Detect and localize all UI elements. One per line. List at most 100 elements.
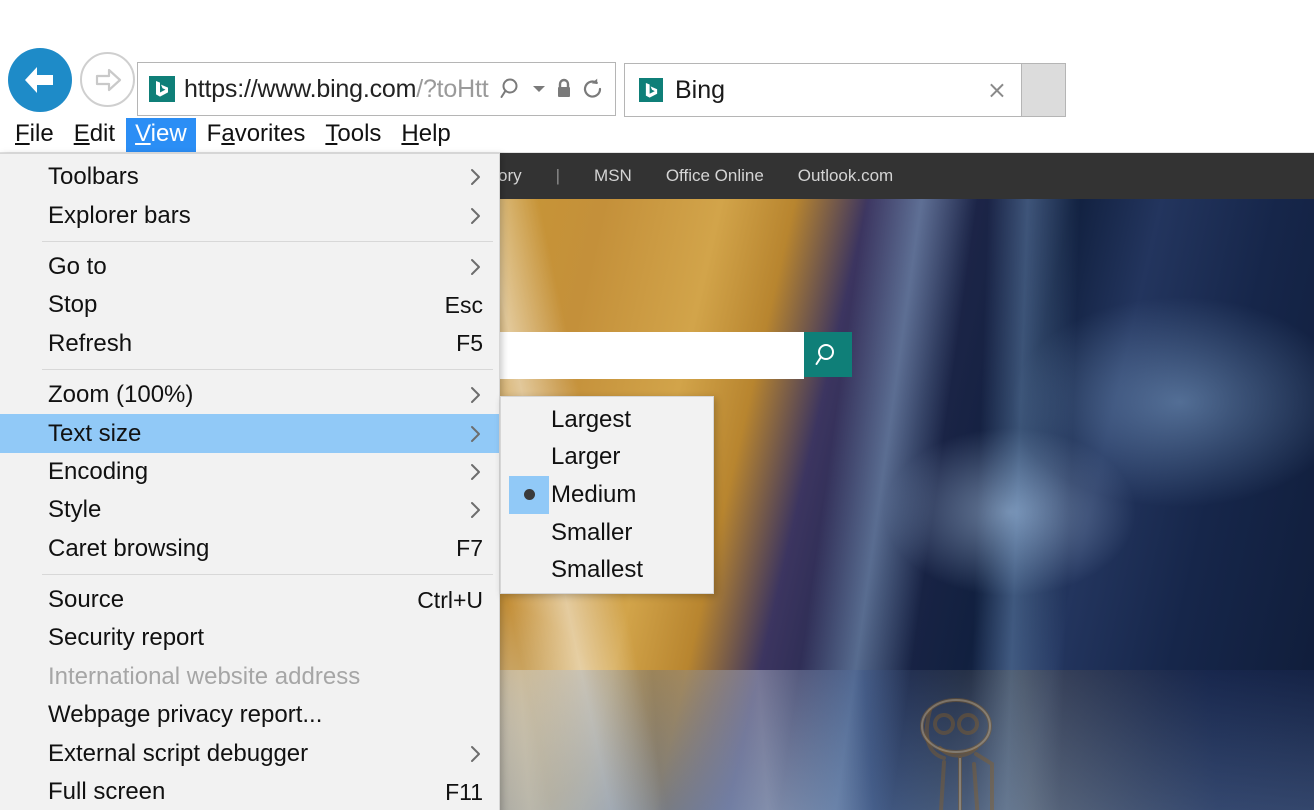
menu-item-security-report[interactable]: Security report	[0, 619, 499, 657]
forward-button[interactable]	[80, 52, 135, 107]
menu-item-label: International website address	[48, 662, 361, 690]
text-size-option-label: Medium	[551, 480, 637, 508]
text-size-option-smaller[interactable]: Smaller	[501, 514, 713, 552]
search-submit-button[interactable]	[804, 332, 852, 377]
menu-item-label: Full screen	[48, 778, 166, 806]
address-search-icon[interactable]	[500, 77, 524, 101]
geoglyph-figure-icon	[920, 698, 994, 810]
tab-strip: Bing ×	[624, 63, 1066, 117]
topbar-link-msn[interactable]: MSN	[594, 166, 632, 186]
text-size-option-medium[interactable]: Medium	[501, 476, 713, 514]
chevron-right-icon	[467, 206, 483, 226]
menu-item-label: Zoom (100%)	[48, 381, 194, 409]
menu-bar: File Edit View Favorites Tools Help	[0, 118, 1314, 153]
text-size-option-label: Smallest	[551, 556, 644, 584]
menubar-item-file[interactable]: File	[6, 118, 63, 151]
view-dropdown-menu: Toolbars Explorer bars Go to Stop Esc Refresh…	[0, 153, 500, 810]
menu-item-zoom-100[interactable]: Zoom (100%)	[0, 376, 499, 414]
chevron-right-icon	[467, 424, 483, 444]
refresh-icon[interactable]	[581, 77, 605, 101]
menu-item-text-size[interactable]: Text size	[0, 414, 499, 453]
radio-empty-icon	[509, 401, 549, 439]
menu-item-explorer-bars[interactable]: Explorer bars	[0, 196, 499, 234]
menu-item-toolbars[interactable]: Toolbars	[0, 158, 499, 196]
chevron-down-icon[interactable]	[531, 82, 547, 96]
menubar-item-view[interactable]: View	[126, 118, 196, 152]
menubar-item-tools[interactable]: Tools	[316, 118, 390, 151]
menu-item-shortcut: F11	[445, 778, 483, 805]
menu-item-international-website-address: International website address	[0, 658, 499, 696]
menu-item-go-to[interactable]: Go to	[0, 248, 499, 286]
radio-empty-icon	[509, 514, 549, 552]
menu-item-source[interactable]: Source Ctrl+U	[0, 581, 499, 619]
menu-item-stop[interactable]: Stop Esc	[0, 286, 499, 324]
radio-empty-icon	[509, 551, 549, 589]
back-button[interactable]	[8, 48, 72, 112]
menu-item-label: Stop	[48, 291, 98, 319]
menu-item-shortcut: F7	[456, 535, 483, 562]
address-bar[interactable]: https://www.bing.com/?toHtt	[137, 62, 616, 116]
menu-item-label: External script debugger	[48, 739, 309, 767]
menu-item-full-screen[interactable]: Full screen F11	[0, 773, 499, 810]
menu-item-encoding[interactable]: Encoding	[0, 453, 499, 491]
search-icon	[815, 343, 834, 365]
menubar-item-edit[interactable]: Edit	[65, 118, 124, 151]
bing-logo-icon	[156, 81, 168, 97]
menu-separator	[42, 240, 493, 242]
tab-bing-favicon	[639, 78, 663, 102]
close-icon[interactable]: ×	[987, 78, 1007, 102]
text-size-option-label: Smaller	[551, 518, 633, 546]
tab-bing[interactable]: Bing ×	[624, 63, 1022, 117]
lock-icon[interactable]	[554, 77, 574, 101]
menu-item-shortcut: Esc	[444, 291, 483, 318]
menu-item-label: Security report	[48, 624, 205, 652]
menu-item-label: Style	[48, 496, 102, 524]
menu-item-label: Go to	[48, 252, 107, 280]
bing-favicon	[149, 76, 175, 102]
browser-window: ory | MSN Office Online Outlook.com http…	[0, 0, 1314, 810]
menu-item-external-script-debugger[interactable]: External script debugger	[0, 734, 499, 772]
topbar-link-outlook[interactable]: Outlook.com	[798, 166, 893, 186]
radio-selected-icon	[509, 476, 549, 514]
text-size-option-smallest[interactable]: Smallest	[501, 551, 713, 589]
menu-item-label: Caret browsing	[48, 534, 210, 562]
text-size-option-largest[interactable]: Largest	[501, 401, 713, 439]
menu-item-shortcut: F5	[456, 330, 483, 357]
menu-separator	[42, 573, 493, 575]
topbar-separator: |	[555, 165, 561, 185]
menu-item-label: Refresh	[48, 329, 133, 357]
menubar-item-help[interactable]: Help	[392, 118, 459, 151]
menu-item-style[interactable]: Style	[0, 491, 499, 529]
menu-item-label: Explorer bars	[48, 201, 191, 229]
chevron-right-icon	[467, 167, 483, 187]
chevron-right-icon	[467, 744, 483, 764]
text-size-submenu: Largest Larger Medium Smaller Smallest	[500, 396, 714, 594]
menu-item-label: Toolbars	[48, 163, 139, 191]
menubar-item-favorites[interactable]: Favorites	[198, 118, 315, 151]
menu-item-webpage-privacy-report[interactable]: Webpage privacy report...	[0, 696, 499, 734]
chevron-right-icon	[467, 257, 483, 277]
menu-item-shortcut: Ctrl+U	[417, 586, 483, 613]
arrow-left-icon	[25, 67, 53, 93]
menu-item-label: Source	[48, 586, 125, 614]
browser-toolbar: https://www.bing.com/?toHtt Bing ×	[0, 0, 1314, 118]
topbar-link-office-online[interactable]: Office Online	[666, 166, 764, 186]
menu-item-label: Encoding	[48, 457, 149, 485]
tab-title: Bing	[675, 75, 726, 104]
menu-item-caret-browsing[interactable]: Caret browsing F7	[0, 530, 499, 568]
text-size-option-larger[interactable]: Larger	[501, 439, 713, 477]
menu-item-label: Text size	[48, 419, 142, 447]
menu-item-label: Webpage privacy report...	[48, 701, 323, 729]
arrow-right-icon	[95, 68, 121, 91]
menu-item-refresh[interactable]: Refresh F5	[0, 325, 499, 363]
chevron-right-icon	[467, 500, 483, 520]
text-size-option-label: Larger	[551, 443, 621, 471]
address-bar-url[interactable]: https://www.bing.com/?toHtt	[184, 75, 500, 104]
chevron-right-icon	[467, 385, 483, 405]
menu-separator	[42, 368, 493, 370]
topbar-link-history[interactable]: ory	[498, 166, 522, 186]
radio-empty-icon	[509, 439, 549, 477]
chevron-right-icon	[467, 462, 483, 482]
text-size-option-label: Largest	[551, 405, 632, 433]
new-tab-button[interactable]	[1022, 63, 1066, 117]
